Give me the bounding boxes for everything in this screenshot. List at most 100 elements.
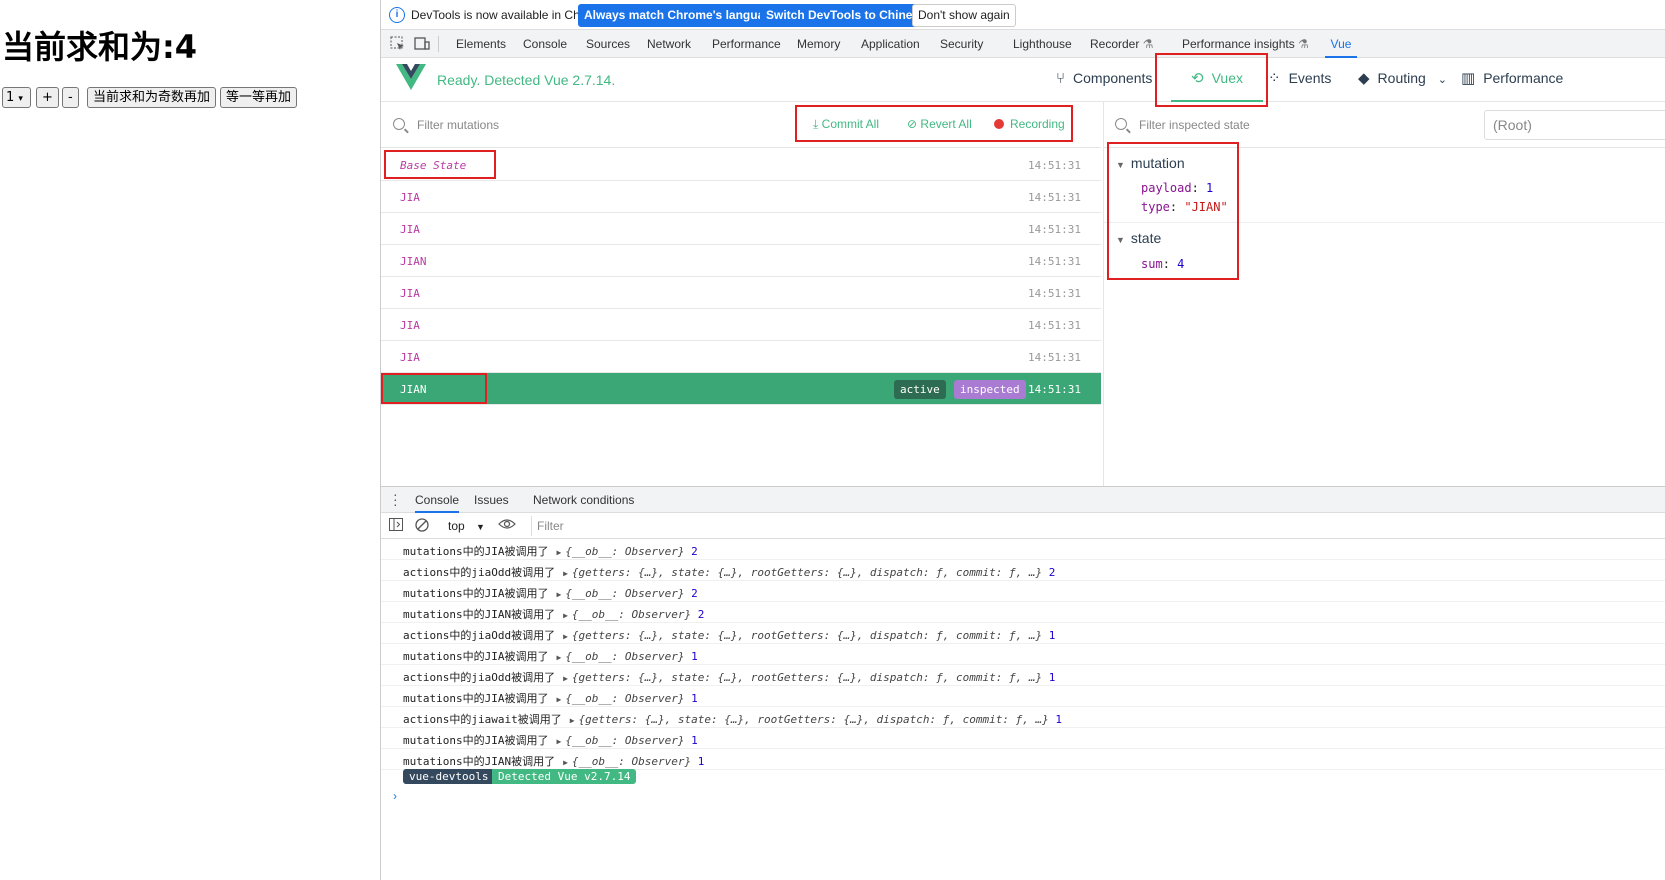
clear-console-icon[interactable] [415, 518, 429, 535]
drawer-tab-network-conditions[interactable]: Network conditions [533, 487, 634, 513]
log-number: 1 [691, 650, 698, 663]
expand-arrow-icon[interactable]: ▶ [563, 758, 568, 767]
eye-icon[interactable] [498, 517, 516, 534]
drawer-tab-issues[interactable]: Issues [474, 487, 509, 513]
mutation-row[interactable]: JIAN 14:51:31 [381, 245, 1101, 277]
log-object[interactable]: {getters: {…}, state: {…}, rootGetters: … [572, 566, 1042, 579]
log-object[interactable]: {__ob__: Observer} [565, 692, 684, 705]
log-object[interactable]: {__ob__: Observer} [565, 734, 684, 747]
expand-arrow-icon[interactable]: ▶ [556, 590, 561, 599]
inspected-badge: inspected [954, 380, 1026, 399]
tab-performance[interactable]: Performance [712, 30, 781, 58]
switch-chinese-button[interactable]: Switch DevTools to Chinese [760, 4, 932, 27]
log-number: 2 [691, 545, 698, 558]
log-message: mutations中的JIAN被调用了 [403, 755, 556, 768]
vue-devtools-header: Ready. Detected Vue 2.7.14. ⑂ Components … [381, 58, 1665, 102]
plus-button[interactable]: + [36, 87, 59, 108]
mutation-row[interactable]: JIA 14:51:31 [381, 277, 1101, 309]
log-number: 2 [691, 587, 698, 600]
expand-arrow-icon[interactable]: ▶ [556, 737, 561, 746]
log-object[interactable]: {__ob__: Observer} [565, 587, 684, 600]
tab-memory[interactable]: Memory [797, 30, 840, 58]
toolbar-divider [438, 36, 439, 52]
mutation-time: 14:51:31 [1028, 383, 1081, 396]
expand-arrow-icon[interactable]: ▶ [563, 611, 568, 620]
tab-recorder-label: Recorder [1090, 37, 1140, 51]
root-select[interactable]: (Root) [1484, 110, 1665, 140]
nav-events-label: Events [1288, 70, 1332, 86]
tab-network[interactable]: Network [647, 30, 691, 58]
log-object[interactable]: {__ob__: Observer} [565, 650, 684, 663]
devtools-window: i DevTools is now available in Chinese! … [380, 0, 1665, 880]
tab-lighthouse[interactable]: Lighthouse [1013, 30, 1072, 58]
drawer-tab-console[interactable]: Console [415, 487, 460, 513]
log-message: actions中的jiaOdd被调用了 [403, 566, 556, 579]
log-number: 1 [1048, 671, 1056, 684]
search-icon [393, 118, 405, 130]
mutation-row[interactable]: JIA 14:51:31 [381, 181, 1101, 213]
mutation-row[interactable]: JIA 14:51:31 [381, 309, 1101, 341]
nav-events[interactable]: ⁘ Events [1268, 58, 1331, 102]
filter-mutations-input[interactable]: Filter mutations [417, 118, 499, 132]
nav-components[interactable]: ⑂ Components [1056, 58, 1152, 102]
filter-state-input[interactable]: Filter inspected state [1139, 118, 1250, 132]
mutation-time: 14:51:31 [1028, 255, 1081, 268]
tab-recorder[interactable]: Recorder ⚗ [1090, 30, 1153, 58]
log-object[interactable]: {getters: {…}, state: {…}, rootGetters: … [572, 629, 1042, 642]
mutation-row[interactable]: JIA 14:51:31 [381, 341, 1101, 373]
nav-routing[interactable]: ◆ Routing ⌄ [1358, 58, 1447, 102]
wait-add-button[interactable]: 等一等再加 [220, 87, 298, 108]
sidebar-toggle-icon[interactable] [389, 518, 403, 534]
mutation-time: 14:51:31 [1028, 191, 1081, 204]
log-object[interactable]: {__ob__: Observer} [572, 608, 691, 621]
flask-icon: ⚗ [1142, 37, 1154, 51]
mutation-time: 14:51:31 [1028, 351, 1081, 364]
console-log-row: mutations中的JIA被调用了 ▶ {__ob__: Observer} 2 [381, 539, 1665, 560]
chevron-down-icon: ⌄ [1437, 74, 1447, 86]
console-prompt[interactable]: › [393, 789, 397, 803]
expand-arrow-icon[interactable]: ▶ [563, 674, 568, 683]
minus-button[interactable]: - [62, 87, 79, 108]
expand-arrow-icon[interactable]: ▶ [570, 716, 575, 725]
tab-sources[interactable]: Sources [586, 30, 630, 58]
log-object[interactable]: {getters: {…}, state: {…}, rootGetters: … [579, 713, 1049, 726]
expand-arrow-icon[interactable]: ▶ [556, 695, 561, 704]
nav-routing-label: Routing [1377, 70, 1426, 86]
expand-arrow-icon[interactable]: ▶ [556, 653, 561, 662]
tab-elements[interactable]: Elements [456, 30, 506, 58]
mutation-row[interactable]: JIA 14:51:31 [381, 213, 1101, 245]
log-object[interactable]: {__ob__: Observer} [572, 755, 691, 768]
log-number: 2 [697, 608, 705, 621]
log-number: 1 [1048, 629, 1056, 642]
dont-show-again-button[interactable]: Don't show again [912, 4, 1016, 27]
active-badge: active [894, 380, 946, 399]
odd-add-button[interactable]: 当前求和为奇数再加 [87, 87, 217, 108]
tab-console[interactable]: Console [523, 30, 567, 58]
log-message: mutations中的JIA被调用了 [403, 734, 549, 747]
console-toolbar: top ▼ Filter [381, 513, 1665, 539]
language-infobar: i DevTools is now available in Chinese! … [381, 0, 1665, 30]
tab-vue[interactable]: Vue [1325, 30, 1357, 58]
device-toolbar-icon[interactable] [414, 36, 430, 51]
more-vertical-icon[interactable]: · · · [393, 487, 398, 511]
tab-security[interactable]: Security [940, 30, 983, 58]
inspect-element-icon[interactable] [390, 36, 406, 51]
log-object[interactable]: {__ob__: Observer} [565, 545, 684, 558]
tab-performance-insights-label: Performance insights [1182, 37, 1295, 51]
log-object[interactable]: {getters: {…}, state: {…}, rootGetters: … [572, 671, 1042, 684]
mutation-name: JIA [400, 319, 420, 332]
match-language-button[interactable]: Always match Chrome's language [578, 4, 785, 27]
expand-arrow-icon[interactable]: ▶ [563, 632, 568, 641]
tab-application[interactable]: Application [861, 30, 920, 58]
expand-arrow-icon[interactable]: ▶ [563, 569, 568, 578]
highlight-vuex-tab [1155, 53, 1268, 107]
console-log-row: actions中的jiawait被调用了 ▶ {getters: {…}, stat… [381, 707, 1665, 728]
expand-arrow-icon[interactable]: ▶ [556, 548, 561, 557]
context-select[interactable]: top ▼ [448, 519, 485, 533]
nav-performance[interactable]: ▥ Performance [1461, 58, 1563, 102]
console-log-row: mutations中的JIA被调用了 ▶ {__ob__: Observer} 1 [381, 644, 1665, 665]
mutation-row-selected[interactable]: JIAN active inspected 14:51:31 [381, 373, 1101, 405]
console-filter-input[interactable]: Filter [531, 516, 1665, 536]
increment-select[interactable]: 1 ▾ [2, 87, 31, 108]
console-log-row: mutations中的JIA被调用了 ▶ {__ob__: Observer} 1 [381, 728, 1665, 749]
